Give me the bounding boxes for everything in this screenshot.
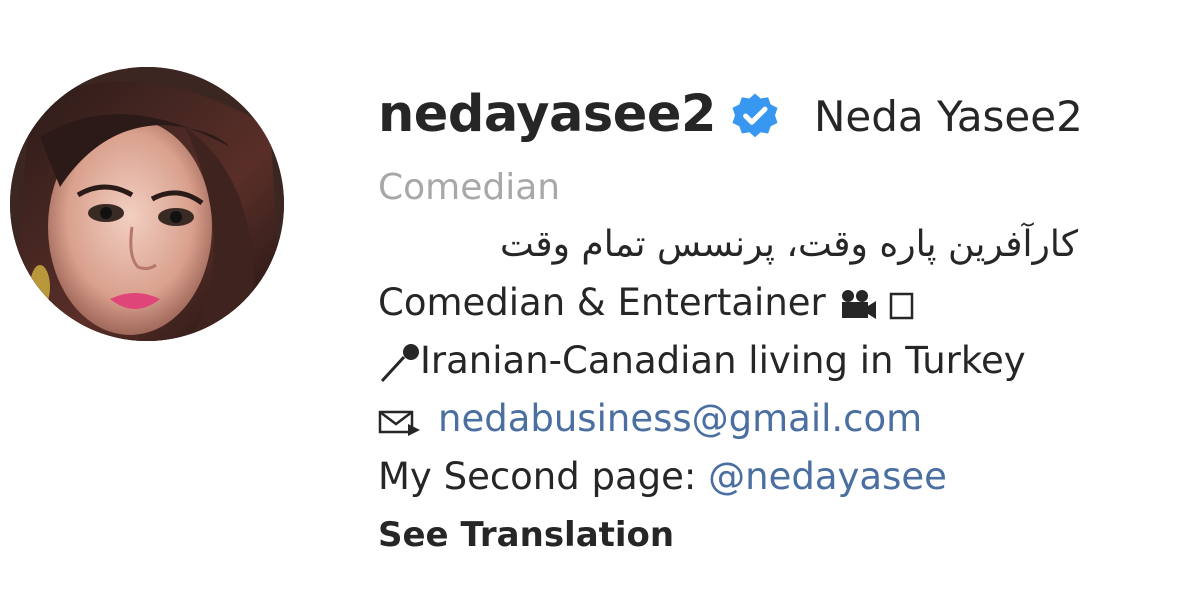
- pushpin-icon: [380, 343, 419, 382]
- category-label: Comedian: [378, 167, 561, 208]
- email-link[interactable]: nedabusiness@gmail.com: [438, 397, 922, 440]
- verified-badge-icon: [732, 93, 778, 138]
- bio-persian-line: کارآفرین پاره وقت، پرنسس تمام وقت: [500, 224, 1078, 265]
- bio-comedian-line: Comedian & Entertainer: [378, 274, 1188, 332]
- avatar[interactable]: [10, 67, 284, 341]
- empty-box-icon: [890, 292, 914, 319]
- envelope-icon: [378, 410, 420, 436]
- see-translation-button[interactable]: See Translation: [378, 506, 1188, 564]
- full-name: Neda Yasee2: [813, 92, 1083, 141]
- bio-email-line: nedabusiness@gmail.com: [378, 390, 1188, 448]
- username[interactable]: nedayasee2: [378, 89, 716, 140]
- profile-header: nedayasee2 Neda Yasee2 Comedian کارآفرین…: [0, 0, 1200, 600]
- movie-camera-icon: [841, 289, 876, 319]
- avatar-image: [10, 67, 284, 341]
- bio-second-page-line: My Second page: @nedayasee: [378, 448, 1188, 506]
- bio-location-text: Iranian-Canadian living in Turkey: [420, 339, 1026, 382]
- profile-info: nedayasee2 Neda Yasee2 Comedian کارآفرین…: [378, 78, 1188, 564]
- bio-location-line: Iranian-Canadian living in Turkey: [378, 332, 1188, 390]
- second-page-label: My Second page:: [378, 455, 709, 498]
- second-page-mention-link[interactable]: @nedayasee: [708, 455, 947, 498]
- bio-comedian-text: Comedian & Entertainer: [378, 281, 826, 324]
- title-row: nedayasee2 Neda Yasee2: [378, 78, 1188, 150]
